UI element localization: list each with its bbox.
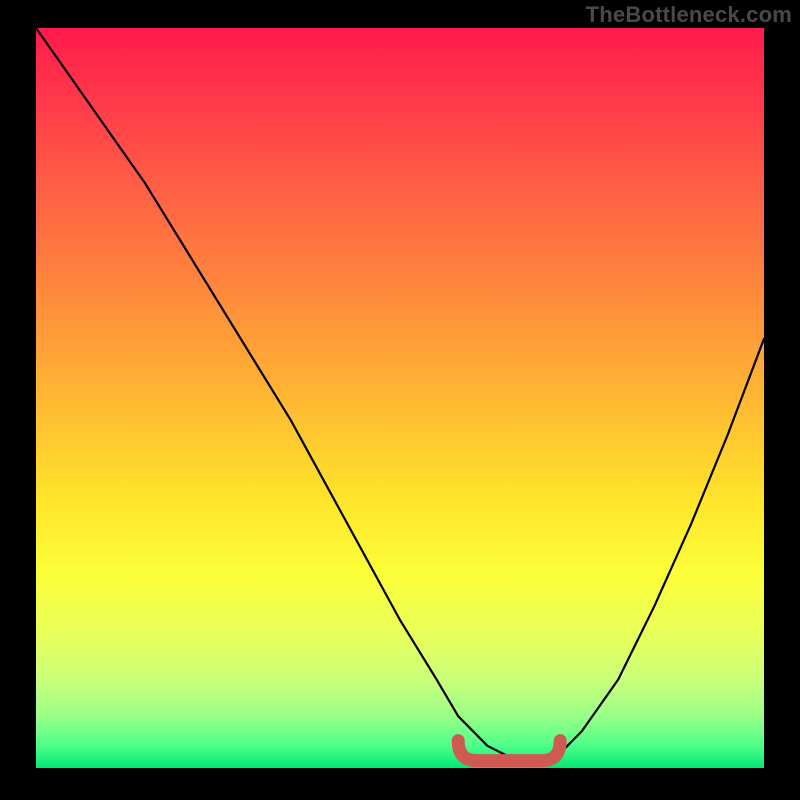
watermark-text: TheBottleneck.com — [586, 2, 792, 28]
chart-frame: TheBottleneck.com — [0, 0, 800, 800]
optimal-range-highlight — [458, 741, 560, 761]
curve-svg — [36, 28, 764, 768]
plot-area — [36, 28, 764, 768]
bottleneck-curve — [36, 28, 764, 761]
